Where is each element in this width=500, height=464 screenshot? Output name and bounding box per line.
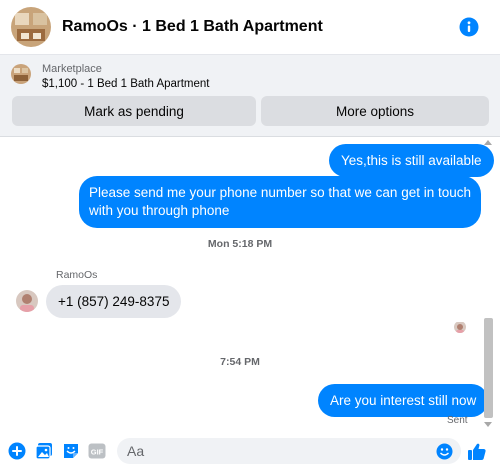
mark-as-pending-button[interactable]: Mark as pending <box>12 96 256 126</box>
scroll-down-arrow[interactable] <box>484 422 492 427</box>
incoming-message[interactable]: +1 (857) 249-8375 <box>46 285 182 318</box>
sender-name: RamoOs <box>56 269 98 281</box>
message-line: with you through phone <box>89 203 230 218</box>
chat-scrollbar[interactable] <box>483 140 493 430</box>
sticker-icon[interactable] <box>62 442 80 460</box>
svg-text:GIF: GIF <box>91 448 104 457</box>
photo-icon[interactable] <box>35 442 53 460</box>
marketplace-label: Marketplace <box>42 63 102 75</box>
message-composer: GIF <box>0 434 500 464</box>
message-timestamp: Mon 5:18 PM <box>207 238 273 250</box>
message-input[interactable] <box>127 442 427 460</box>
outgoing-message[interactable]: Are you interest still now <box>318 384 489 417</box>
more-options-button[interactable]: More options <box>261 96 489 126</box>
seen-indicator-avatar <box>454 321 466 333</box>
marketplace-banner: Marketplace $1,100 - 1 Bed 1 Bath Apartm… <box>0 55 500 137</box>
outgoing-message[interactable]: Yes,this is still available <box>329 144 494 177</box>
chat-header: RamoOs · 1 Bed 1 Bath Apartment <box>0 0 500 55</box>
sender-avatar[interactable] <box>16 290 38 312</box>
message-thread[interactable]: Yes,this is still available Please send … <box>0 138 500 434</box>
message-line: Please send me your phone number so that… <box>89 185 471 200</box>
message-input-field[interactable] <box>117 438 461 464</box>
scroll-up-arrow[interactable] <box>484 140 492 145</box>
gif-icon[interactable]: GIF <box>88 442 106 460</box>
scrollbar-thumb[interactable] <box>484 318 493 418</box>
delivery-status: Sent <box>447 415 468 426</box>
listing-thumbnail[interactable] <box>11 64 31 84</box>
conversation-title[interactable]: RamoOs · 1 Bed 1 Bath Apartment <box>62 18 323 36</box>
plus-icon[interactable] <box>8 442 26 460</box>
outgoing-message[interactable]: Please send me your phone number so that… <box>79 176 481 228</box>
contact-avatar[interactable] <box>11 7 51 47</box>
message-timestamp: 7:54 PM <box>220 356 260 368</box>
emoji-icon[interactable] <box>436 443 453 460</box>
listing-description[interactable]: $1,100 - 1 Bed 1 Bath Apartment <box>42 78 210 90</box>
thumbs-up-icon[interactable] <box>467 442 487 462</box>
info-icon[interactable] <box>459 17 479 37</box>
